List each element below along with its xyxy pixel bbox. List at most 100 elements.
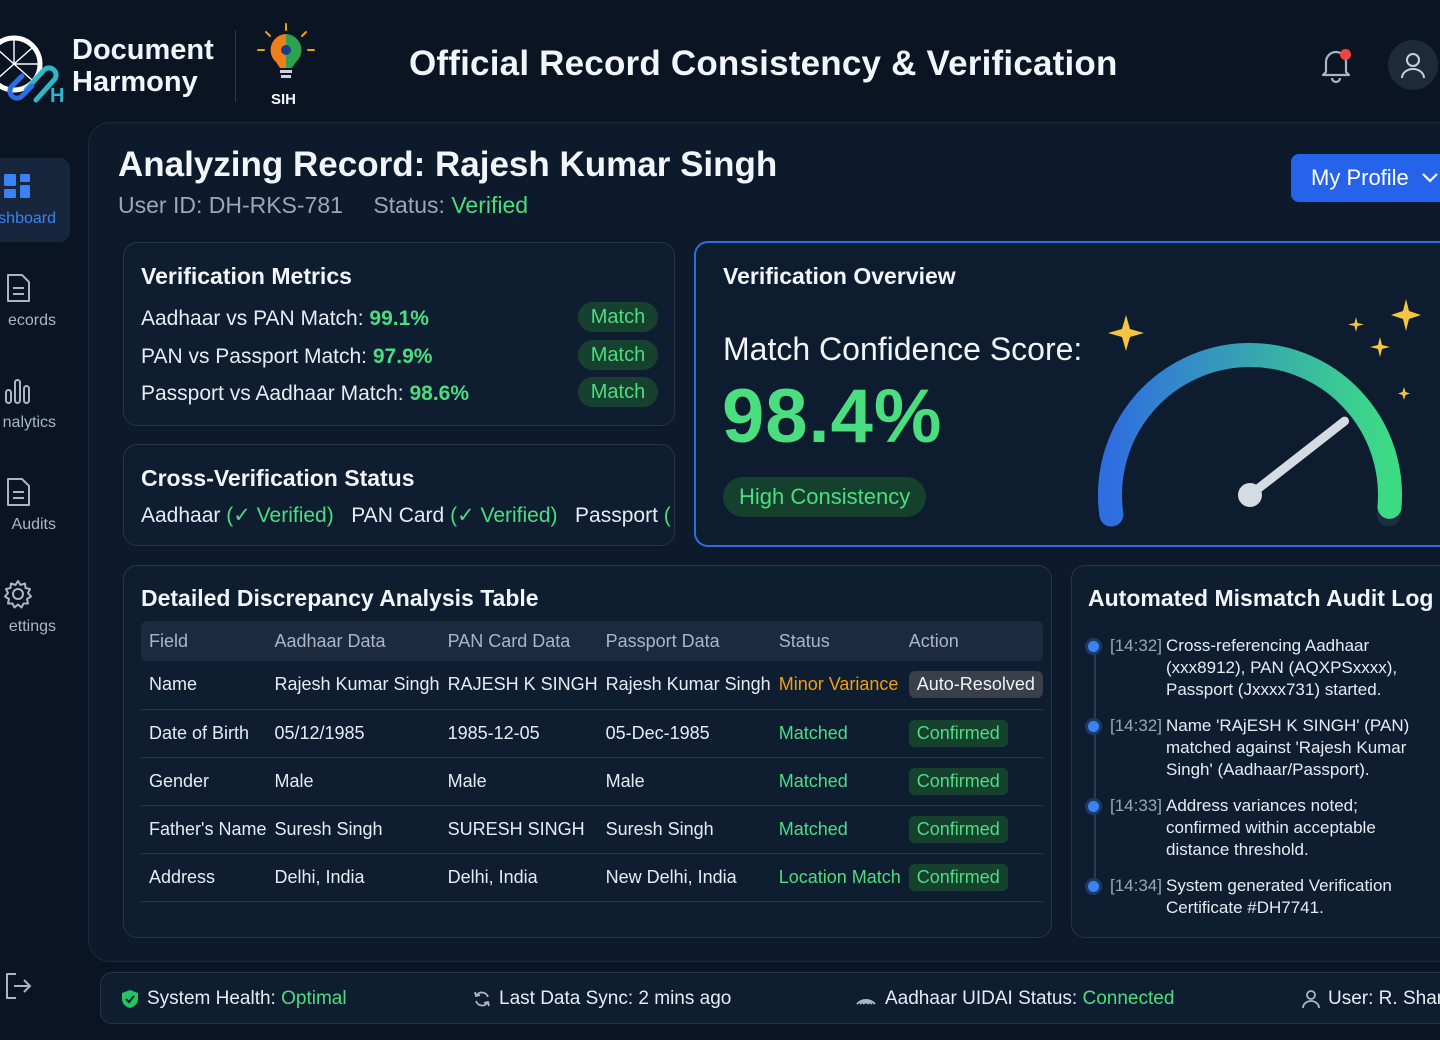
cell-pan: 1985-12-05 — [439, 709, 598, 758]
sidebar-item-settings[interactable]: ettings — [0, 566, 70, 650]
card-title: Automated Mismatch Audit Log — [1088, 585, 1434, 611]
card-title: Cross-Verification Status — [141, 465, 415, 491]
cell-status: Matched — [770, 757, 901, 806]
cell-aadhaar: Delhi, India — [266, 853, 440, 902]
metric-value: 98.6% — [409, 382, 470, 405]
cell-aadhaar: Rajesh Kumar Singh — [266, 661, 440, 710]
log-text: System generated Verification Certificat… — [1166, 876, 1392, 917]
cell-pan: Male — [439, 757, 598, 806]
action-badge[interactable]: Confirmed — [908, 719, 1008, 747]
status-bar: System Health: Optimal Last Data Sync: 2… — [100, 972, 1440, 1024]
uidai-status: Aadhaar UIDAI Status: Connected — [855, 988, 1174, 1010]
cell-action: Confirmed — [900, 757, 1043, 806]
sidebar-item-analytics[interactable]: nalytics — [0, 362, 70, 446]
header-divider — [235, 30, 236, 102]
log-time: [14:32] — [1110, 716, 1162, 735]
timeline-dot — [1088, 641, 1099, 652]
action-badge[interactable]: Confirmed — [908, 767, 1008, 795]
brand-line-2: Harmony — [72, 66, 198, 98]
confidence-gauge — [1098, 299, 1421, 527]
confidence-score-value: 98.4% — [722, 374, 943, 459]
cross-verification-list: Aadhaar (✓ Verified) PAN Card (✓ Verifie… — [141, 503, 674, 528]
record-subtitle: User ID: DH-RKS-781 Status: Verified — [118, 192, 528, 219]
log-time: [14:32] — [1110, 636, 1162, 655]
column-header: Status — [770, 621, 901, 661]
cell-field: Name — [141, 661, 267, 710]
audit-log-card: Automated Mismatch Audit Log [14:32] Cro… — [1071, 565, 1440, 938]
uidai-value: Connected — [1082, 988, 1175, 1009]
status-value: Verified — [451, 192, 529, 218]
action-badge[interactable]: Confirmed — [908, 863, 1008, 891]
cell-action: Confirmed — [900, 709, 1043, 758]
timeline-dot — [1088, 721, 1099, 732]
metric-value: 99.1% — [369, 307, 429, 330]
action-badge[interactable]: Auto-Resolved — [908, 671, 1043, 699]
sidebar-item-audits[interactable]: Audits — [0, 464, 70, 548]
metric-row: Passport vs Aadhaar Match: 98.6% — [141, 382, 469, 406]
table-row: Name Rajesh Kumar Singh RAJESH K SINGH R… — [141, 661, 1043, 710]
match-badge: Match — [578, 340, 658, 370]
logout-icon[interactable] — [2, 970, 34, 1002]
document-harmony-logo-icon: H — [0, 35, 64, 104]
sidebar-item-label: ecords — [7, 312, 56, 329]
sih-lightbulb-logo-icon — [257, 23, 315, 78]
gear-icon — [4, 580, 32, 609]
discrepancy-table: Field Aadhaar Data PAN Card Data Passpor… — [141, 621, 1043, 902]
table-row: Address Delhi, India Delhi, India New De… — [141, 853, 1043, 902]
cv-doc-status: (✓ Verified) — [450, 504, 558, 527]
cell-status: Location Match — [770, 853, 901, 902]
cell-pan: SURESH SINGH — [439, 805, 598, 854]
cell-action: Auto-Resolved — [900, 661, 1043, 710]
cell-aadhaar: Male — [266, 757, 440, 806]
column-header: Action — [900, 621, 1043, 661]
cv-doc-name: Aadhaar — [141, 504, 221, 527]
metric-value: 97.9% — [372, 345, 433, 368]
system-health: System Health: Optimal — [121, 988, 347, 1010]
document-icon — [7, 274, 30, 302]
confidence-score-label: Match Confidence Score: — [723, 331, 1083, 367]
shield-check-icon — [122, 990, 138, 1008]
action-badge[interactable]: Confirmed — [908, 815, 1008, 843]
log-text: Address variances noted; confirmed withi… — [1166, 796, 1376, 859]
sidebar-item-label: nalytics — [2, 414, 56, 431]
table-row: Gender Male Male Male Matched Confirmed — [141, 757, 1043, 806]
card-title: Detailed Discrepancy Analysis Table — [141, 585, 539, 611]
cell-passport: Suresh Singh — [597, 805, 771, 854]
notification-badge — [1340, 49, 1351, 60]
sidebar-item-records[interactable]: ecords — [0, 260, 70, 344]
status-label: Status: — [373, 192, 445, 218]
column-header: Aadhaar Data — [266, 621, 440, 661]
brand-name: Document Harmony — [72, 34, 214, 98]
svg-text:H: H — [50, 85, 64, 104]
cell-passport: Male — [597, 757, 771, 806]
log-entry: [14:34] System generated Verification Ce… — [1088, 875, 1418, 919]
sidebar: shboard ecords nalytics Audits ettings — [0, 140, 72, 1020]
cell-status: Matched — [770, 805, 901, 854]
user-id: User ID: DH-RKS-781 — [118, 192, 343, 218]
log-entry: [14:32] Name 'RAjESH K SINGH' (PAN) matc… — [1088, 715, 1418, 781]
cell-passport: Rajesh Kumar Singh — [597, 661, 771, 710]
user-avatar[interactable] — [1388, 40, 1438, 90]
card-title: Verification Metrics — [141, 263, 352, 289]
column-header: PAN Card Data — [439, 621, 598, 661]
table-row: Date of Birth 05/12/1985 1985-12-05 05-D… — [141, 709, 1043, 758]
match-badge: Match — [578, 377, 658, 407]
match-badge: Match — [578, 302, 658, 332]
app-header: H Document Harmony SIH Official Record C… — [0, 0, 1440, 122]
current-user: User: R. Sharm — [1302, 988, 1440, 1010]
sidebar-item-label: ettings — [8, 618, 56, 635]
discrepancy-table-card: Detailed Discrepancy Analysis Table Fiel… — [123, 565, 1052, 938]
system-health-label: System Health: — [147, 988, 276, 1009]
cell-status: Minor Variance — [770, 661, 901, 710]
sidebar-item-label: Audits — [11, 516, 56, 533]
system-health-value: Optimal — [281, 988, 347, 1009]
cell-pan: RAJESH K SINGH — [439, 661, 598, 710]
sidebar-item-dashboard[interactable]: shboard — [0, 158, 70, 242]
card-title: Verification Overview — [723, 263, 956, 289]
user-icon — [1401, 53, 1425, 79]
my-profile-button[interactable]: My Profile — [1291, 154, 1440, 202]
column-header: Passport Data — [597, 621, 771, 661]
metric-label: Aadhaar vs PAN Match: — [141, 307, 364, 330]
table-row: Father's Name Suresh Singh SURESH SINGH … — [141, 805, 1043, 854]
timeline-dot — [1088, 881, 1099, 892]
